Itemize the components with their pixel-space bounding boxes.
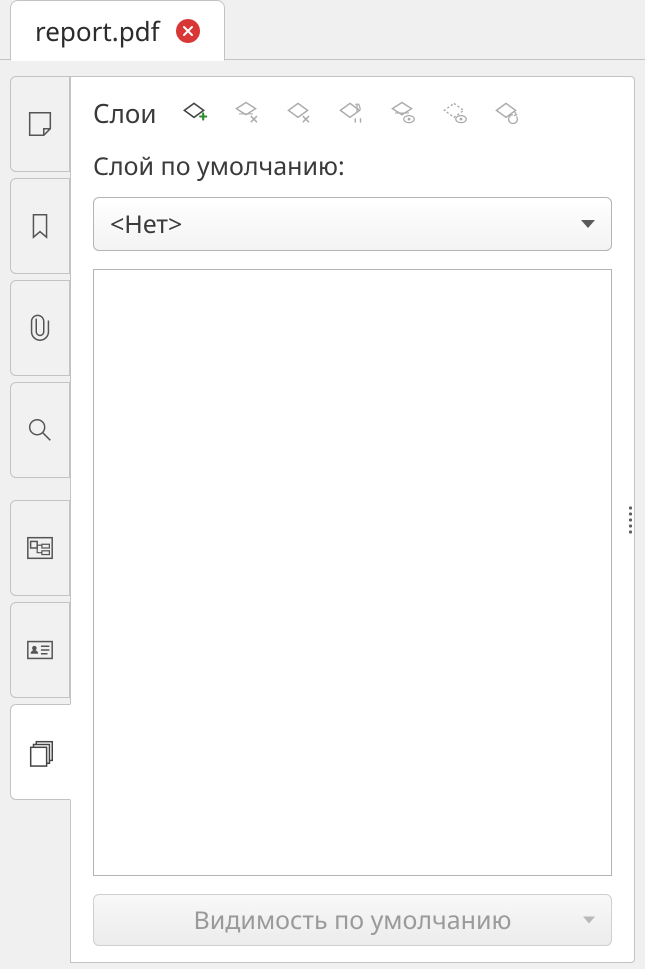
add-layer-button[interactable]	[173, 95, 215, 131]
sticky-note-icon	[25, 109, 55, 139]
rhombus-plus-icon	[179, 99, 209, 127]
close-icon	[182, 25, 194, 37]
rhombus-dash-eye-icon	[439, 99, 469, 127]
layers-panel-header: Слои	[93, 95, 612, 131]
layers-icon	[26, 737, 56, 767]
layer-visibility-button[interactable]	[381, 95, 423, 131]
reset-layer-button[interactable]	[485, 95, 527, 131]
default-layer-label: Слой по умолчанию:	[93, 149, 612, 183]
panel-resize-grip[interactable]	[629, 506, 632, 533]
layers-listbox[interactable]	[93, 269, 612, 876]
rhombus-text-icon	[335, 99, 365, 127]
rhombus-reset-icon	[491, 99, 521, 127]
chevron-down-icon	[581, 220, 595, 228]
side-tabs-spacer	[10, 484, 70, 494]
tab-bar: report.pdf	[0, 0, 645, 60]
model-tree-tab[interactable]	[10, 500, 70, 596]
close-tab-button[interactable]	[176, 19, 200, 43]
id-card-icon	[25, 635, 55, 665]
document-tab-title: report.pdf	[35, 13, 160, 49]
layer-visibility2-button[interactable]	[433, 95, 475, 131]
document-tab[interactable]: report.pdf	[10, 0, 225, 61]
layers-panel: Слои	[70, 76, 635, 963]
attachments-tab[interactable]	[10, 280, 70, 376]
model-tree-icon	[25, 533, 55, 563]
rhombus-eye-icon	[387, 99, 417, 127]
bookmark-icon	[25, 211, 55, 241]
chevron-down-icon	[583, 917, 595, 924]
layers-panel-title: Слои	[93, 95, 157, 131]
layers-tab[interactable]	[10, 704, 71, 800]
paperclip-icon	[25, 313, 55, 343]
search-tab[interactable]	[10, 382, 70, 478]
default-layer-combo[interactable]: <Нет>	[93, 197, 612, 251]
default-visibility-combo[interactable]: Видимость по умолчанию	[93, 894, 612, 946]
security-tab[interactable]	[10, 602, 70, 698]
rename-layer-button[interactable]	[329, 95, 371, 131]
default-layer-value: <Нет>	[110, 207, 182, 241]
delete-layer-button[interactable]	[225, 95, 267, 131]
rhombus-x-icon	[231, 99, 261, 127]
side-tabs	[10, 76, 70, 959]
search-icon	[25, 415, 55, 445]
rhombus-sub-x-icon	[283, 99, 313, 127]
annotations-tab[interactable]	[10, 76, 70, 172]
default-visibility-label: Видимость по умолчанию	[193, 903, 511, 937]
delete-sublayer-button[interactable]	[277, 95, 319, 131]
bookmarks-tab[interactable]	[10, 178, 70, 274]
